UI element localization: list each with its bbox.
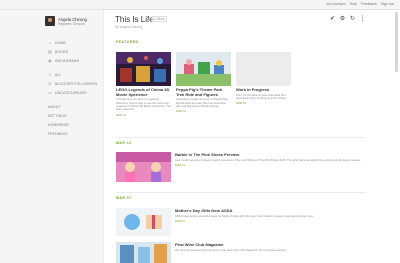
sidebar: Angela Cheung Reporter, Cnxpub ⌂ HOME ▤ … (0, 10, 104, 263)
card-thumbnail (116, 52, 171, 86)
barbie-thumbnail-image (116, 152, 171, 182)
check-icon[interactable]: ✔ (329, 16, 336, 23)
row-body: Mother's Day Gifts from ASDA ASDA have s… (175, 208, 365, 223)
home-icon: ⌂ (48, 40, 52, 45)
row-body: First Wine Club Magazine We recently rec… (175, 242, 365, 252)
sidebar-item-label: FEEDBACK (48, 132, 68, 136)
sidebar-item-uncategorized[interactable]: ▭ UNCATEGORIZED (48, 90, 104, 96)
card-date: MAR 16 (236, 101, 247, 106)
featured-card[interactable]: LEGO Legends of Chima 4D Movie Xperience… (116, 52, 171, 117)
page-subtitle: By angela cheung (115, 25, 143, 29)
section-label-date: MAR 07 (116, 196, 132, 200)
card-title[interactable]: Peppa Pig's Theme Park Trek Ride and Fig… (176, 87, 231, 97)
sidebar-item-blogger-followers[interactable]: ◎ BLOGGER FOLLOWERS (48, 81, 104, 87)
divider (116, 137, 366, 138)
page-title: This Is Life (115, 15, 154, 24)
users-icon: ◎ (48, 81, 52, 86)
settings-icon[interactable]: ⚙ (339, 16, 346, 23)
list-item[interactable]: Mother's Day Gifts from ASDA ASDA have s… (116, 208, 366, 238)
row-title[interactable]: Barbie in The Pink Shoes Preview (175, 152, 365, 157)
header-toolbar: ✔ ⚙ ↻ ⋮ (326, 16, 366, 23)
sidebar-item-homepage[interactable]: HOMEPAGE (48, 122, 104, 128)
lego-thumbnail-image (116, 52, 171, 86)
row-thumbnail (116, 208, 171, 238)
profile-role: Reporter, Cnxpub (58, 22, 85, 26)
row-excerpt: Last month we were invited to watch a pr… (175, 157, 361, 162)
sign-out-link[interactable]: Sign out (381, 2, 394, 6)
more-icon[interactable]: ⋮ (359, 16, 366, 23)
book-icon: ▤ (48, 49, 52, 54)
row-body: Barbie in The Pink Shoes Preview Last mo… (175, 152, 365, 167)
blog-header: This Is Life Follow By angela cheung ✔ ⚙… (104, 10, 366, 34)
row-date: MAR 07 (175, 218, 186, 223)
refresh-icon[interactable]: ↻ (349, 16, 356, 23)
row-title[interactable]: Mother's Day Gifts from ASDA (175, 208, 365, 213)
sidebar-item-label: UNCATEGORIZED (55, 91, 87, 95)
sidebar-item-label: INSTAGRAMS (55, 59, 80, 63)
card-excerpt: This last time we went to Legoland Disco… (116, 97, 171, 112)
list-item[interactable]: First Wine Club Magazine We recently rec… (116, 242, 366, 263)
sidebar-item-label: BOOKS (55, 50, 69, 54)
folder-icon: ▭ (48, 90, 52, 95)
sidebar-item-home[interactable]: ⌂ HOME (48, 40, 104, 46)
row-date: MAR 12 (175, 162, 186, 167)
section-label-date: MAR 12 (116, 141, 132, 145)
peppa-thumbnail-image (176, 52, 231, 86)
sidebar-item-settings[interactable]: SETTINGS (48, 113, 104, 119)
sidebar-item-label: SETTINGS (48, 114, 67, 118)
sidebar-item-feedback[interactable]: FEEDBACK (48, 131, 104, 137)
card-excerpt: Lavender's Castle we went to Peppa Pig's… (176, 97, 229, 108)
feedback-link[interactable]: Feedback (361, 2, 377, 6)
featured-card[interactable]: Work in Progress Sorry for the lack of p… (236, 52, 291, 105)
card-date: MAR 16 (116, 112, 127, 117)
follow-button[interactable]: Follow (152, 16, 168, 22)
list-icon: ≡ (48, 72, 52, 77)
divider (116, 192, 366, 193)
avatar (45, 16, 55, 26)
scrollbar[interactable] (395, 12, 398, 72)
featured-card[interactable]: Peppa Pig's Theme Park Trek Ride and Fig… (176, 52, 231, 113)
sidebar-item-label: HOME (55, 41, 66, 45)
camera-icon: ◉ (48, 58, 52, 63)
sidebar-item-label: HOMEPAGE (48, 123, 69, 127)
card-title[interactable]: Work in Progress (236, 87, 291, 93)
sidebar-item-label: ALL (55, 73, 62, 77)
row-title[interactable]: First Wine Club Magazine (175, 242, 365, 247)
row-thumbnail (116, 242, 171, 263)
gifts-thumbnail-image (116, 208, 171, 236)
card-date: MAR 16 (176, 109, 187, 114)
section-label-featured: FEATURED (116, 40, 139, 44)
list-item[interactable]: Barbie in The Pink Shoes Preview Last mo… (116, 152, 366, 184)
main-content: This Is Life Follow By angela cheung ✔ ⚙… (104, 10, 400, 263)
card-title[interactable]: LEGO Legends of Chima 4D Movie Xperience (116, 87, 171, 97)
sidebar-item-about[interactable]: ABOUT (48, 104, 104, 110)
sidebar-item-books[interactable]: ▤ BOOKS (48, 49, 104, 55)
row-excerpt: We recently received the first issue of … (175, 247, 287, 252)
account-name-link[interactable]: Jon Anonym (326, 2, 346, 6)
sidebar-item-instagrams[interactable]: ◉ INSTAGRAMS (48, 58, 104, 64)
row-thumbnail (116, 152, 171, 182)
sidebar-item-label: BLOGGER FOLLOWERS (55, 82, 98, 86)
help-link[interactable]: Help (350, 2, 357, 6)
sidebar-item-label: ABOUT (48, 105, 61, 109)
magazine-thumbnail-image (116, 242, 171, 263)
card-thumbnail-placeholder (236, 52, 291, 86)
card-thumbnail (176, 52, 231, 86)
top-bar: Jon Anonym Help Feedback Sign out (0, 0, 400, 10)
account-links: Jon Anonym Help Feedback Sign out (323, 2, 394, 6)
sidebar-nav: ⌂ HOME ▤ BOOKS ◉ INSTAGRAMS ≡ ALL ◎ BLOG… (48, 40, 104, 140)
card-excerpt: Sorry for the lack of posts this week bu… (236, 92, 287, 100)
row-excerpt: ASDA have some wonderful ideas for Mothe… (175, 213, 314, 218)
sidebar-item-all[interactable]: ≡ ALL (48, 72, 104, 78)
